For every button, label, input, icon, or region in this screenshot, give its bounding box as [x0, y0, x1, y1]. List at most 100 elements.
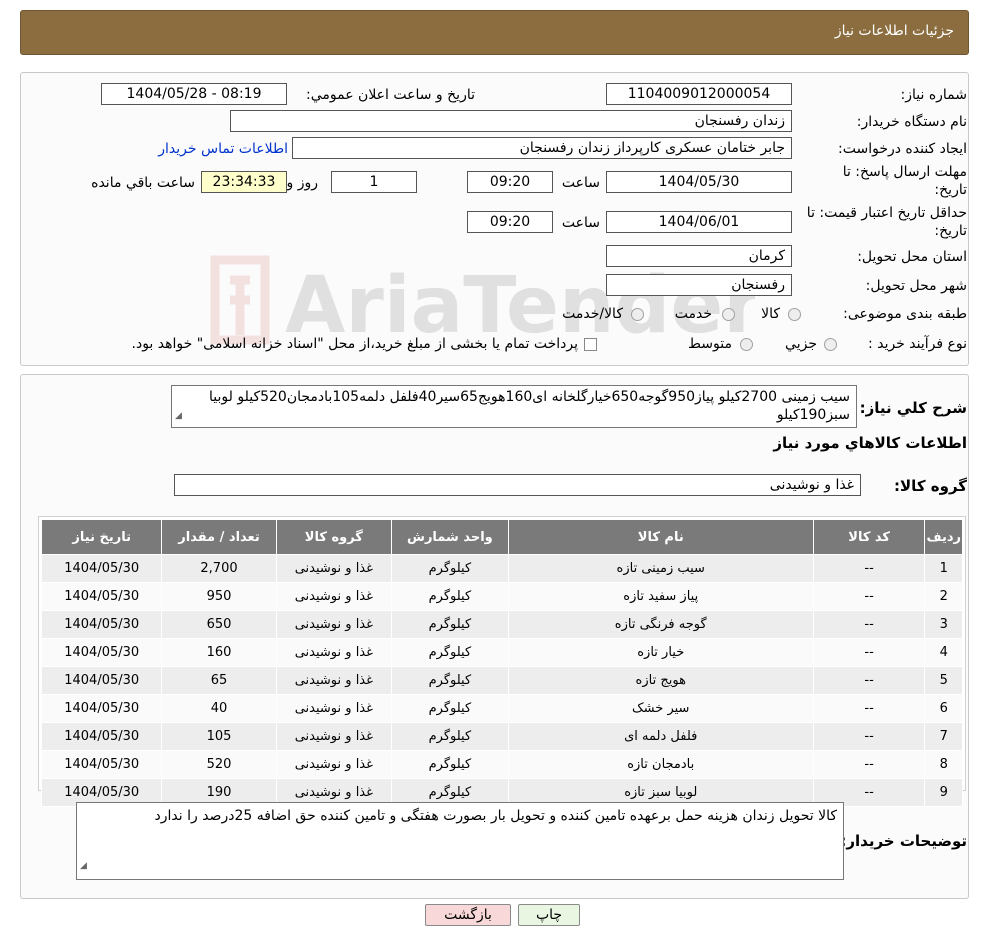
cell-name: سیر خشک [507, 694, 814, 723]
cell-code: -- [812, 694, 926, 723]
cell-group: غذا و نوشیدنی [275, 554, 393, 583]
need-description-textarea[interactable]: سیب زمینی 2700کیلو پیاز950گوجه650خیارگلخ… [171, 385, 857, 428]
announce-datetime-field: 1404/05/28 - 08:19 [101, 83, 287, 105]
creator-field: جابر ختامان عسکری کارپرداز زندان رفسنجان [292, 137, 792, 159]
buyer-notes-text: کالا تحویل زندان هزینه حمل برعهده تامین … [154, 808, 837, 824]
deadline-time-label: ساعت [561, 175, 600, 191]
column-header-group: گروه کالا [275, 519, 393, 555]
buyer-contact-link[interactable]: اطلاعات تماس خریدار [158, 141, 288, 157]
province-field: کرمان [606, 245, 792, 267]
cell-quantity: 160 [161, 638, 277, 667]
items-table: ردیف کد کالا نام کالا واحد شمارش گروه کا… [40, 519, 963, 807]
need-description-text: سیب زمینی 2700کیلو پیاز950گوجه650خیارگلخ… [209, 389, 850, 423]
cell-code: -- [812, 750, 926, 779]
cell-unit: کیلوگرم [391, 694, 509, 723]
goods-group-field: غذا و نوشیدنی [174, 474, 861, 496]
cell-code: -- [812, 638, 926, 667]
days-field: 1 [331, 171, 417, 193]
cell-date: 1404/05/30 [40, 666, 163, 695]
city-label: شهر محل تحویل: [865, 278, 967, 294]
buyer-org-label: نام دستگاه خریدار: [856, 114, 967, 130]
remaining-time-field: 23:34:33 [201, 171, 287, 193]
cell-code: -- [812, 554, 926, 583]
cell-quantity: 2,700 [161, 554, 277, 583]
deadline-label: مهلت ارسال پاسخ: تا [842, 164, 967, 180]
province-label: استان محل تحویل: [857, 249, 967, 265]
table-row: 1 -- سیب زمینی تازه کیلوگرم غذا و نوشیدنی 2,7… [40, 554, 963, 583]
resize-grip-icon[interactable]: ◢ [175, 407, 182, 425]
cell-name: فلفل دلمه ای [507, 722, 814, 751]
column-header-name: نام کالا [507, 519, 814, 555]
cell-quantity: 105 [161, 722, 277, 751]
cell-row-number: 5 [924, 666, 963, 695]
cell-unit: کیلوگرم [391, 638, 509, 667]
cell-row-number: 6 [924, 694, 963, 723]
table-header-row: ردیف کد کالا نام کالا واحد شمارش گروه کا… [40, 519, 963, 555]
category-radio-goods-service[interactable] [631, 308, 644, 321]
cell-group: غذا و نوشیدنی [275, 610, 393, 639]
buyer-notes-textarea[interactable]: کالا تحویل زندان هزینه حمل برعهده تامین … [76, 802, 844, 880]
table-row: 3 -- گوجه فرنگی تازه کیلوگرم غذا و نوشیدنی 65… [40, 610, 963, 639]
cell-group: غذا و نوشیدنی [275, 582, 393, 611]
cell-group: غذا و نوشیدنی [275, 638, 393, 667]
page-header: جزئیات اطلاعات نیاز [20, 10, 969, 55]
print-button[interactable]: چاپ [518, 904, 580, 926]
process-option-medium: متوسط [688, 336, 732, 352]
category-option-service: خدمت [674, 306, 712, 322]
announce-label: تاریخ و ساعت اعلان عمومي: [306, 87, 475, 103]
table-row: 6 -- سیر خشک کیلوگرم غذا و نوشیدنی 40 1404/05/… [40, 694, 963, 723]
cell-date: 1404/05/30 [40, 722, 163, 751]
creator-label: ایجاد کننده درخواست: [838, 141, 967, 157]
cell-group: غذا و نوشیدنی [275, 694, 393, 723]
cell-date: 1404/05/30 [40, 610, 163, 639]
cell-row-number: 9 [924, 778, 963, 807]
cell-name: خیار تازه [507, 638, 814, 667]
category-label: طبقه بندی موضوعی: [843, 306, 967, 322]
validity-date-field: 1404/06/01 [606, 211, 792, 233]
items-table-body: 1 -- سیب زمینی تازه کیلوگرم غذا و نوشیدنی 2,7… [40, 554, 963, 807]
cell-unit: کیلوگرم [391, 554, 509, 583]
need-number-field: 1104009012000054 [606, 83, 792, 105]
validity-time-label: ساعت [561, 215, 600, 231]
process-radio-medium[interactable] [740, 338, 753, 351]
cell-code: -- [812, 582, 926, 611]
validity-label-date: تاریخ: [934, 223, 967, 239]
validity-label: حداقل تاریخ اعتبار قیمت: تا [806, 205, 967, 221]
cell-date: 1404/05/30 [40, 750, 163, 779]
process-option-minor: جزیي [785, 336, 817, 352]
items-table-container: ردیف کد کالا نام کالا واحد شمارش گروه کا… [38, 516, 966, 807]
cell-unit: کیلوگرم [391, 750, 509, 779]
category-radio-service[interactable] [722, 308, 735, 321]
cell-date: 1404/05/30 [40, 638, 163, 667]
resize-grip-icon[interactable]: ◢ [80, 855, 87, 877]
cell-row-number: 7 [924, 722, 963, 751]
table-row: 5 -- هویج تازه کیلوگرم غذا و نوشیدنی 65 1404/0… [40, 666, 963, 695]
remaining-label: ساعت باقي مانده [91, 175, 195, 191]
cell-unit: کیلوگرم [391, 610, 509, 639]
column-header-date: تاریخ نیاز [40, 519, 163, 555]
cell-row-number: 8 [924, 750, 963, 779]
city-field: رفسنجان [606, 274, 792, 296]
validity-time-field: 09:20 [467, 211, 553, 233]
cell-code: -- [812, 666, 926, 695]
process-note: پرداخت تمام یا بخشی از مبلغ خرید،از محل … [131, 336, 578, 352]
category-radio-goods[interactable] [788, 308, 801, 321]
process-label: نوع فرآیند خرید : [868, 336, 967, 352]
table-row: 2 -- پیاز سفید تازه کیلوگرم غذا و نوشیدنی 950… [40, 582, 963, 611]
cell-name: هویج تازه [507, 666, 814, 695]
days-label: روز و [286, 175, 319, 191]
cell-unit: کیلوگرم [391, 582, 509, 611]
cell-group: غذا و نوشیدنی [275, 750, 393, 779]
process-radio-minor[interactable] [824, 338, 837, 351]
treasury-checkbox[interactable] [584, 338, 597, 351]
deadline-label-date: تاریخ: [934, 182, 967, 198]
deadline-time-field: 09:20 [467, 171, 553, 193]
column-header-unit: واحد شمارش [391, 519, 509, 555]
cell-group: غذا و نوشیدنی [275, 722, 393, 751]
column-header-quantity: تعداد / مقدار [161, 519, 277, 555]
deadline-date-field: 1404/05/30 [606, 171, 792, 193]
column-header-row-number: ردیف [924, 519, 963, 555]
need-number-label: شماره نیاز: [900, 87, 968, 103]
back-button[interactable]: بازگشت [425, 904, 511, 926]
column-header-code: کد کالا [812, 519, 926, 555]
